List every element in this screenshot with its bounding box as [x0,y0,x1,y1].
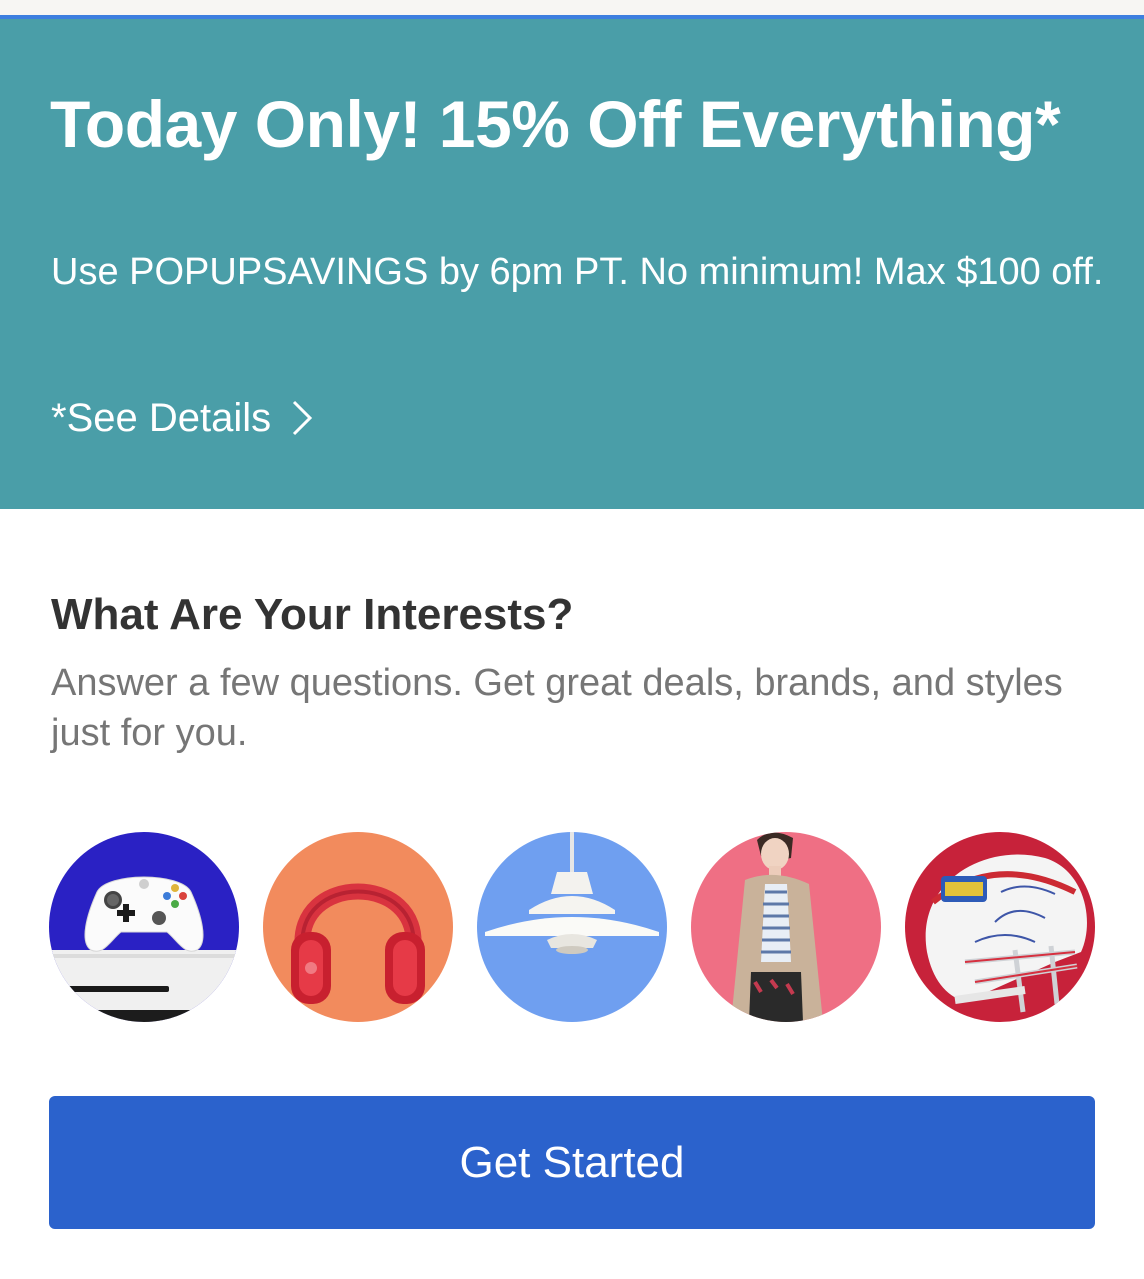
interest-category-gaming[interactable] [49,832,239,1022]
football-helmet-icon [905,832,1095,1022]
get-started-button[interactable]: Get Started [49,1096,1095,1229]
interests-title: What Are Your Interests? [51,590,574,639]
interest-category-audio[interactable] [263,832,453,1022]
interest-category-fashion[interactable] [691,832,881,1022]
interest-category-sports[interactable] [905,832,1095,1022]
promo-subtitle: Use POPUPSAVINGS by 6pm PT. No minimum! … [51,251,1104,293]
promo-title: Today Only! 15% Off Everything* [50,87,1061,161]
game-controller-icon [49,832,239,1022]
chevron-right-icon [293,400,313,436]
interest-category-home[interactable] [477,832,667,1022]
interests-subtitle: Answer a few questions. Get great deals,… [51,662,1063,754]
see-details-label: *See Details [51,396,272,440]
promo-banner: Today Only! 15% Off Everything* Use POPU… [0,19,1144,509]
headphones-icon [263,832,453,1022]
pendant-lamp-icon [477,832,667,1022]
fashion-model-icon [691,832,881,1022]
top-status-strip [0,0,1144,15]
see-details-link[interactable]: *See Details [51,395,313,441]
